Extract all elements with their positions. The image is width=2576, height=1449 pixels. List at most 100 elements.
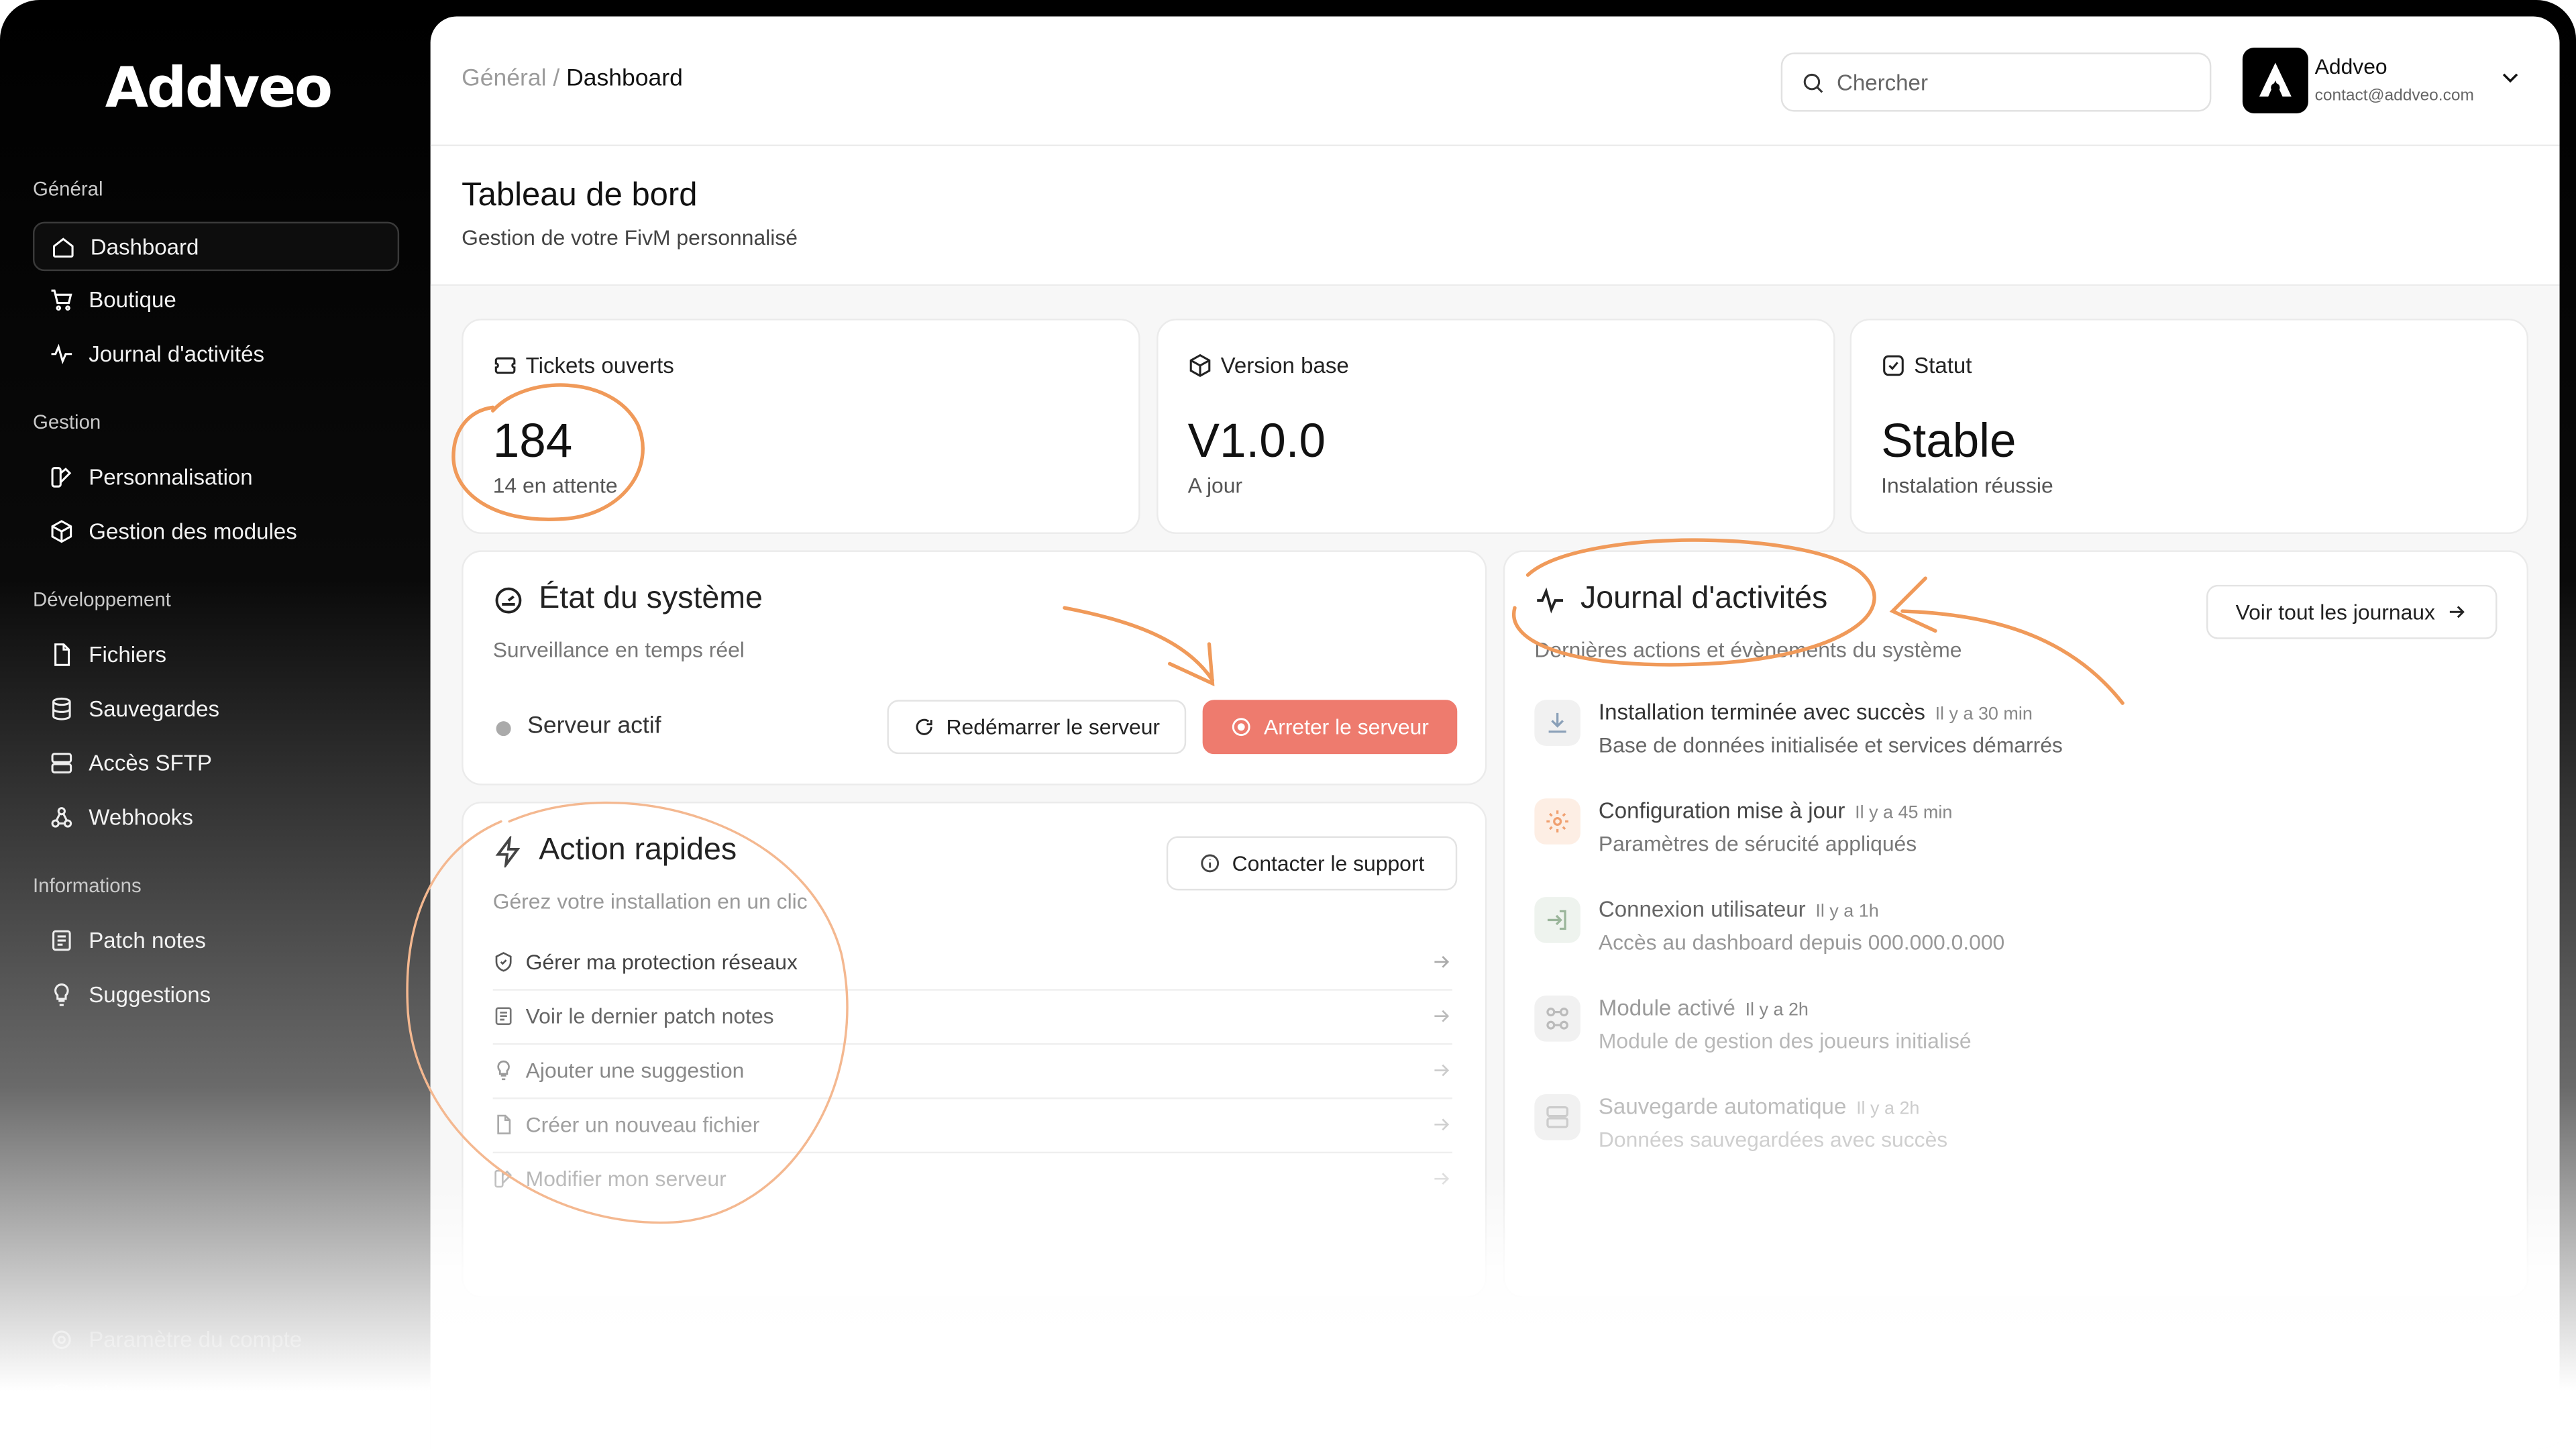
section-title: État du système xyxy=(493,582,763,618)
ticket-icon xyxy=(493,354,518,378)
home-icon xyxy=(49,233,75,260)
sidebar-item-suggestions[interactable]: Suggestions xyxy=(33,971,396,1017)
breadcrumb-separator: / xyxy=(546,65,567,93)
system-status-card: État du système Surveillance en temps ré… xyxy=(462,550,1487,786)
lightbulb-icon xyxy=(48,981,74,1007)
sidebar-item-webhooks[interactable]: Webhooks xyxy=(33,794,396,840)
section-title: Journal d'activités xyxy=(1534,582,1827,618)
sidebar-item-help[interactable]: Aide et support xyxy=(33,1370,396,1416)
section-subtitle: Dernières actions et évènements du systè… xyxy=(1534,637,1962,662)
sidebar-item-label: Dashboard xyxy=(90,233,199,259)
info-icon xyxy=(1199,853,1221,874)
palette-icon xyxy=(493,1168,515,1189)
sidebar-item-label: Suggestions xyxy=(89,981,211,1007)
activity-title: Module activé xyxy=(1598,996,1735,1020)
database-icon xyxy=(1534,1094,1580,1140)
search-icon xyxy=(1801,70,1825,95)
sidebar-section-dev: Développement xyxy=(32,588,171,612)
breadcrumb-current: Dashboard xyxy=(566,65,683,93)
stat-card-statut: Statut Stable Instalation réussie xyxy=(1849,319,2529,534)
quick-action-row[interactable]: Ajouter une suggestion xyxy=(492,1043,1452,1099)
cart-icon xyxy=(48,286,74,312)
lightning-icon xyxy=(493,835,525,867)
page-header: Tableau de bord Gestion de votre FivM pe… xyxy=(430,145,2560,286)
webhook-icon xyxy=(48,804,74,830)
arrow-right-icon xyxy=(1431,1168,1452,1194)
dashboard-content: Tickets ouverts 184 14 en attente Versio… xyxy=(430,286,2560,1449)
sidebar-item-label: Webhooks xyxy=(89,804,193,829)
help-icon xyxy=(48,1380,74,1406)
status-indicator xyxy=(496,721,511,737)
sidebar-item-label: Boutique xyxy=(89,286,176,312)
file-icon xyxy=(493,1114,515,1135)
refresh-icon xyxy=(914,716,935,738)
login-icon xyxy=(1534,897,1580,943)
contact-support-button[interactable]: Contacter le support xyxy=(1166,836,1458,891)
arrow-right-icon xyxy=(1431,1114,1452,1140)
sidebar-item-fichiers[interactable]: Fichiers xyxy=(33,631,396,677)
gauge-icon xyxy=(493,584,525,616)
chevron-down-icon[interactable] xyxy=(2499,66,2522,97)
brand-logo: Addveo xyxy=(105,56,333,122)
quick-action-row[interactable]: Voir le dernier patch notes xyxy=(492,989,1452,1045)
stat-card-tickets: Tickets ouverts 184 14 en attente xyxy=(462,319,1140,534)
sidebar: Addveo Général Dashboard Boutique Journa… xyxy=(0,0,431,1449)
stat-value: V1.0.0 xyxy=(1187,415,1326,468)
stat-sub: A jour xyxy=(1187,473,1243,498)
sidebar-item-sauvegardes[interactable]: Sauvegardes xyxy=(33,685,396,731)
sidebar-item-label: Journal d'activités xyxy=(89,341,265,366)
sidebar-item-account-settings[interactable]: Paramètre du compte xyxy=(33,1316,396,1362)
notes-icon xyxy=(48,926,74,953)
sidebar-item-label: Paramètre du compte xyxy=(89,1326,303,1352)
section-subtitle: Surveillance en temps réel xyxy=(492,637,745,662)
sidebar-item-modules[interactable]: Gestion des modules xyxy=(33,508,396,554)
activity-time: Il y a 1h xyxy=(1815,902,1879,922)
activity-icon xyxy=(1534,584,1566,616)
breadcrumb-parent[interactable]: Général xyxy=(462,66,546,92)
sidebar-item-boutique[interactable]: Boutique xyxy=(33,276,396,322)
stat-sub: Instalation réussie xyxy=(1881,473,2053,498)
sidebar-item-dashboard[interactable]: Dashboard xyxy=(32,221,400,272)
palette-icon xyxy=(48,464,74,490)
check-square-icon xyxy=(1881,354,1906,378)
sidebar-section-general: Général xyxy=(32,177,103,201)
sidebar-item-label: Gestion des modules xyxy=(89,518,297,543)
gear-icon xyxy=(48,1326,74,1352)
quick-action-row[interactable]: Créer un nouveau fichier xyxy=(492,1097,1452,1154)
restart-server-button[interactable]: Redémarrer le serveur xyxy=(887,700,1187,755)
avatar[interactable] xyxy=(2242,48,2308,113)
section-subtitle: Gérez votre installation en un clic xyxy=(492,888,808,914)
view-all-logs-button[interactable]: Voir tout les journaux xyxy=(2206,584,2498,639)
sidebar-item-patch-notes[interactable]: Patch notes xyxy=(33,917,396,963)
sidebar-item-personnalisation[interactable]: Personnalisation xyxy=(33,453,396,500)
activity-log-card: Journal d'activités Dernières actions et… xyxy=(1503,550,2529,1298)
package-icon xyxy=(1188,354,1213,378)
sidebar-section-info: Informations xyxy=(32,873,142,898)
search-placeholder: Chercher xyxy=(1836,70,1928,95)
stat-label: Tickets ouverts xyxy=(493,354,674,378)
quick-actions-card: Action rapides Gérez votre installation … xyxy=(462,802,1487,1298)
file-icon xyxy=(48,641,74,667)
stat-sub: 14 en attente xyxy=(492,473,618,498)
sidebar-item-journal[interactable]: Journal d'activités xyxy=(33,330,396,376)
page-title: Tableau de bord xyxy=(462,177,698,214)
shield-icon xyxy=(493,951,515,973)
activity-title: Sauvegarde automatique xyxy=(1598,1094,1847,1119)
sidebar-item-sftp[interactable]: Accès SFTP xyxy=(33,739,396,786)
gear-icon xyxy=(1534,798,1580,845)
activity-time: Il y a 45 min xyxy=(1855,803,1953,823)
server-icon xyxy=(48,749,74,775)
user-email: contact@addveo.com xyxy=(2314,87,2474,105)
stop-server-button[interactable]: Arreter le serveur xyxy=(1202,700,1458,755)
arrow-right-icon xyxy=(2447,601,2468,623)
sidebar-item-label: Patch notes xyxy=(89,927,206,953)
activity-desc: Module de gestion des joueurs initialisé xyxy=(1598,1028,1972,1053)
stat-label: Version base xyxy=(1188,354,1349,378)
search-input[interactable]: Chercher xyxy=(1780,52,2212,112)
quick-action-row[interactable]: Modifier mon serveur xyxy=(493,1152,1452,1206)
activity-desc: Paramètres de sérucité appliqués xyxy=(1598,831,1917,856)
stat-value: 184 xyxy=(492,415,573,468)
stop-circle-icon xyxy=(1231,716,1252,738)
module-icon xyxy=(1534,996,1580,1042)
quick-action-row[interactable]: Gérer ma protection réseaux xyxy=(492,934,1452,991)
